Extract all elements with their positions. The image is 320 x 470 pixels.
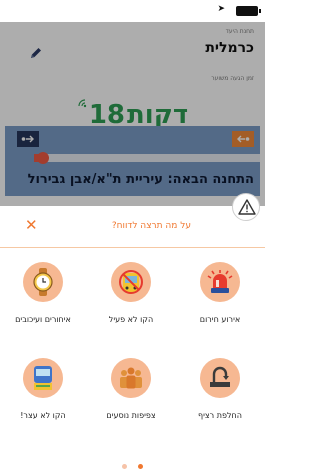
crowd-icon bbox=[111, 358, 151, 398]
report-option-label: הקו לא פעיל bbox=[108, 315, 154, 324]
battery-icon bbox=[236, 6, 261, 16]
destination-card[interactable]: תחנת היעד כרמלית bbox=[5, 22, 260, 67]
report-sheet: על מה תרצה לדווח? ✕ אירוע חירום הקו לא פ… bbox=[0, 206, 265, 470]
bus-didnt-stop-icon bbox=[23, 358, 63, 398]
watch-icon bbox=[23, 262, 63, 302]
platform-change-icon bbox=[200, 358, 240, 398]
report-option-label: איחורים ועיכובים bbox=[15, 315, 71, 324]
signal-waves-icon bbox=[78, 99, 87, 108]
arrow-left-dot-icon bbox=[232, 131, 254, 147]
pagination-dot-active[interactable] bbox=[138, 464, 144, 469]
next-stop-label: התחנה הבאה: עיריית ת"א/אבן גבירול bbox=[27, 172, 254, 187]
arrow-right-dot-icon bbox=[17, 131, 39, 147]
destination-value: כרמלית bbox=[205, 40, 254, 56]
pagination-dots bbox=[0, 454, 265, 470]
route-progress-knob bbox=[37, 152, 50, 164]
pagination-dot[interactable] bbox=[121, 464, 127, 469]
report-option-delays[interactable]: איחורים ועיכובים bbox=[0, 254, 86, 344]
report-toggle-button[interactable] bbox=[232, 193, 260, 221]
emergency-siren-icon bbox=[200, 262, 240, 302]
pencil-icon[interactable] bbox=[29, 46, 43, 60]
close-icon[interactable]: ✕ bbox=[25, 218, 38, 233]
route-progress-card: התחנה הבאה: עיריית ת"א/אבן גבירול bbox=[5, 126, 260, 196]
eta-card: זמן הגעה משוער 18 דקות bbox=[5, 69, 260, 130]
report-option-emergency[interactable]: אירוע חירום bbox=[177, 254, 263, 344]
bus-not-active-icon bbox=[111, 262, 151, 302]
report-option-label: החלפת רציף bbox=[198, 411, 242, 420]
eta-label: זמן הגעה משוער bbox=[211, 75, 254, 82]
report-option-label: צפיפות נוסעים bbox=[106, 411, 156, 420]
report-options-grid: אירוע חירום הקו לא פעיל איחורים ועיכובים… bbox=[0, 254, 265, 434]
eta-display: 18 דקות bbox=[5, 85, 260, 130]
report-option-didnt-stop[interactable]: הקו לא עצר! bbox=[0, 350, 86, 440]
report-option-crowding[interactable]: צפיפות נוסעים bbox=[88, 350, 174, 440]
route-progress-bar bbox=[34, 152, 260, 164]
report-title: על מה תרצה לדווח? bbox=[111, 221, 191, 231]
report-option-label: הקו לא עצר! bbox=[20, 411, 66, 420]
report-option-line-inactive[interactable]: הקו לא פעיל bbox=[88, 254, 174, 344]
destination-label: תחנת היעד bbox=[225, 28, 254, 35]
location-arrow-icon: ➤ bbox=[217, 4, 225, 14]
report-sheet-header: על מה תרצה לדווח? ✕ bbox=[0, 206, 265, 248]
warning-icon bbox=[238, 199, 256, 215]
status-bar: ➤ bbox=[0, 0, 265, 22]
report-option-platform-change[interactable]: החלפת רציף bbox=[177, 350, 263, 440]
report-option-label: אירוע חירום bbox=[199, 315, 241, 324]
